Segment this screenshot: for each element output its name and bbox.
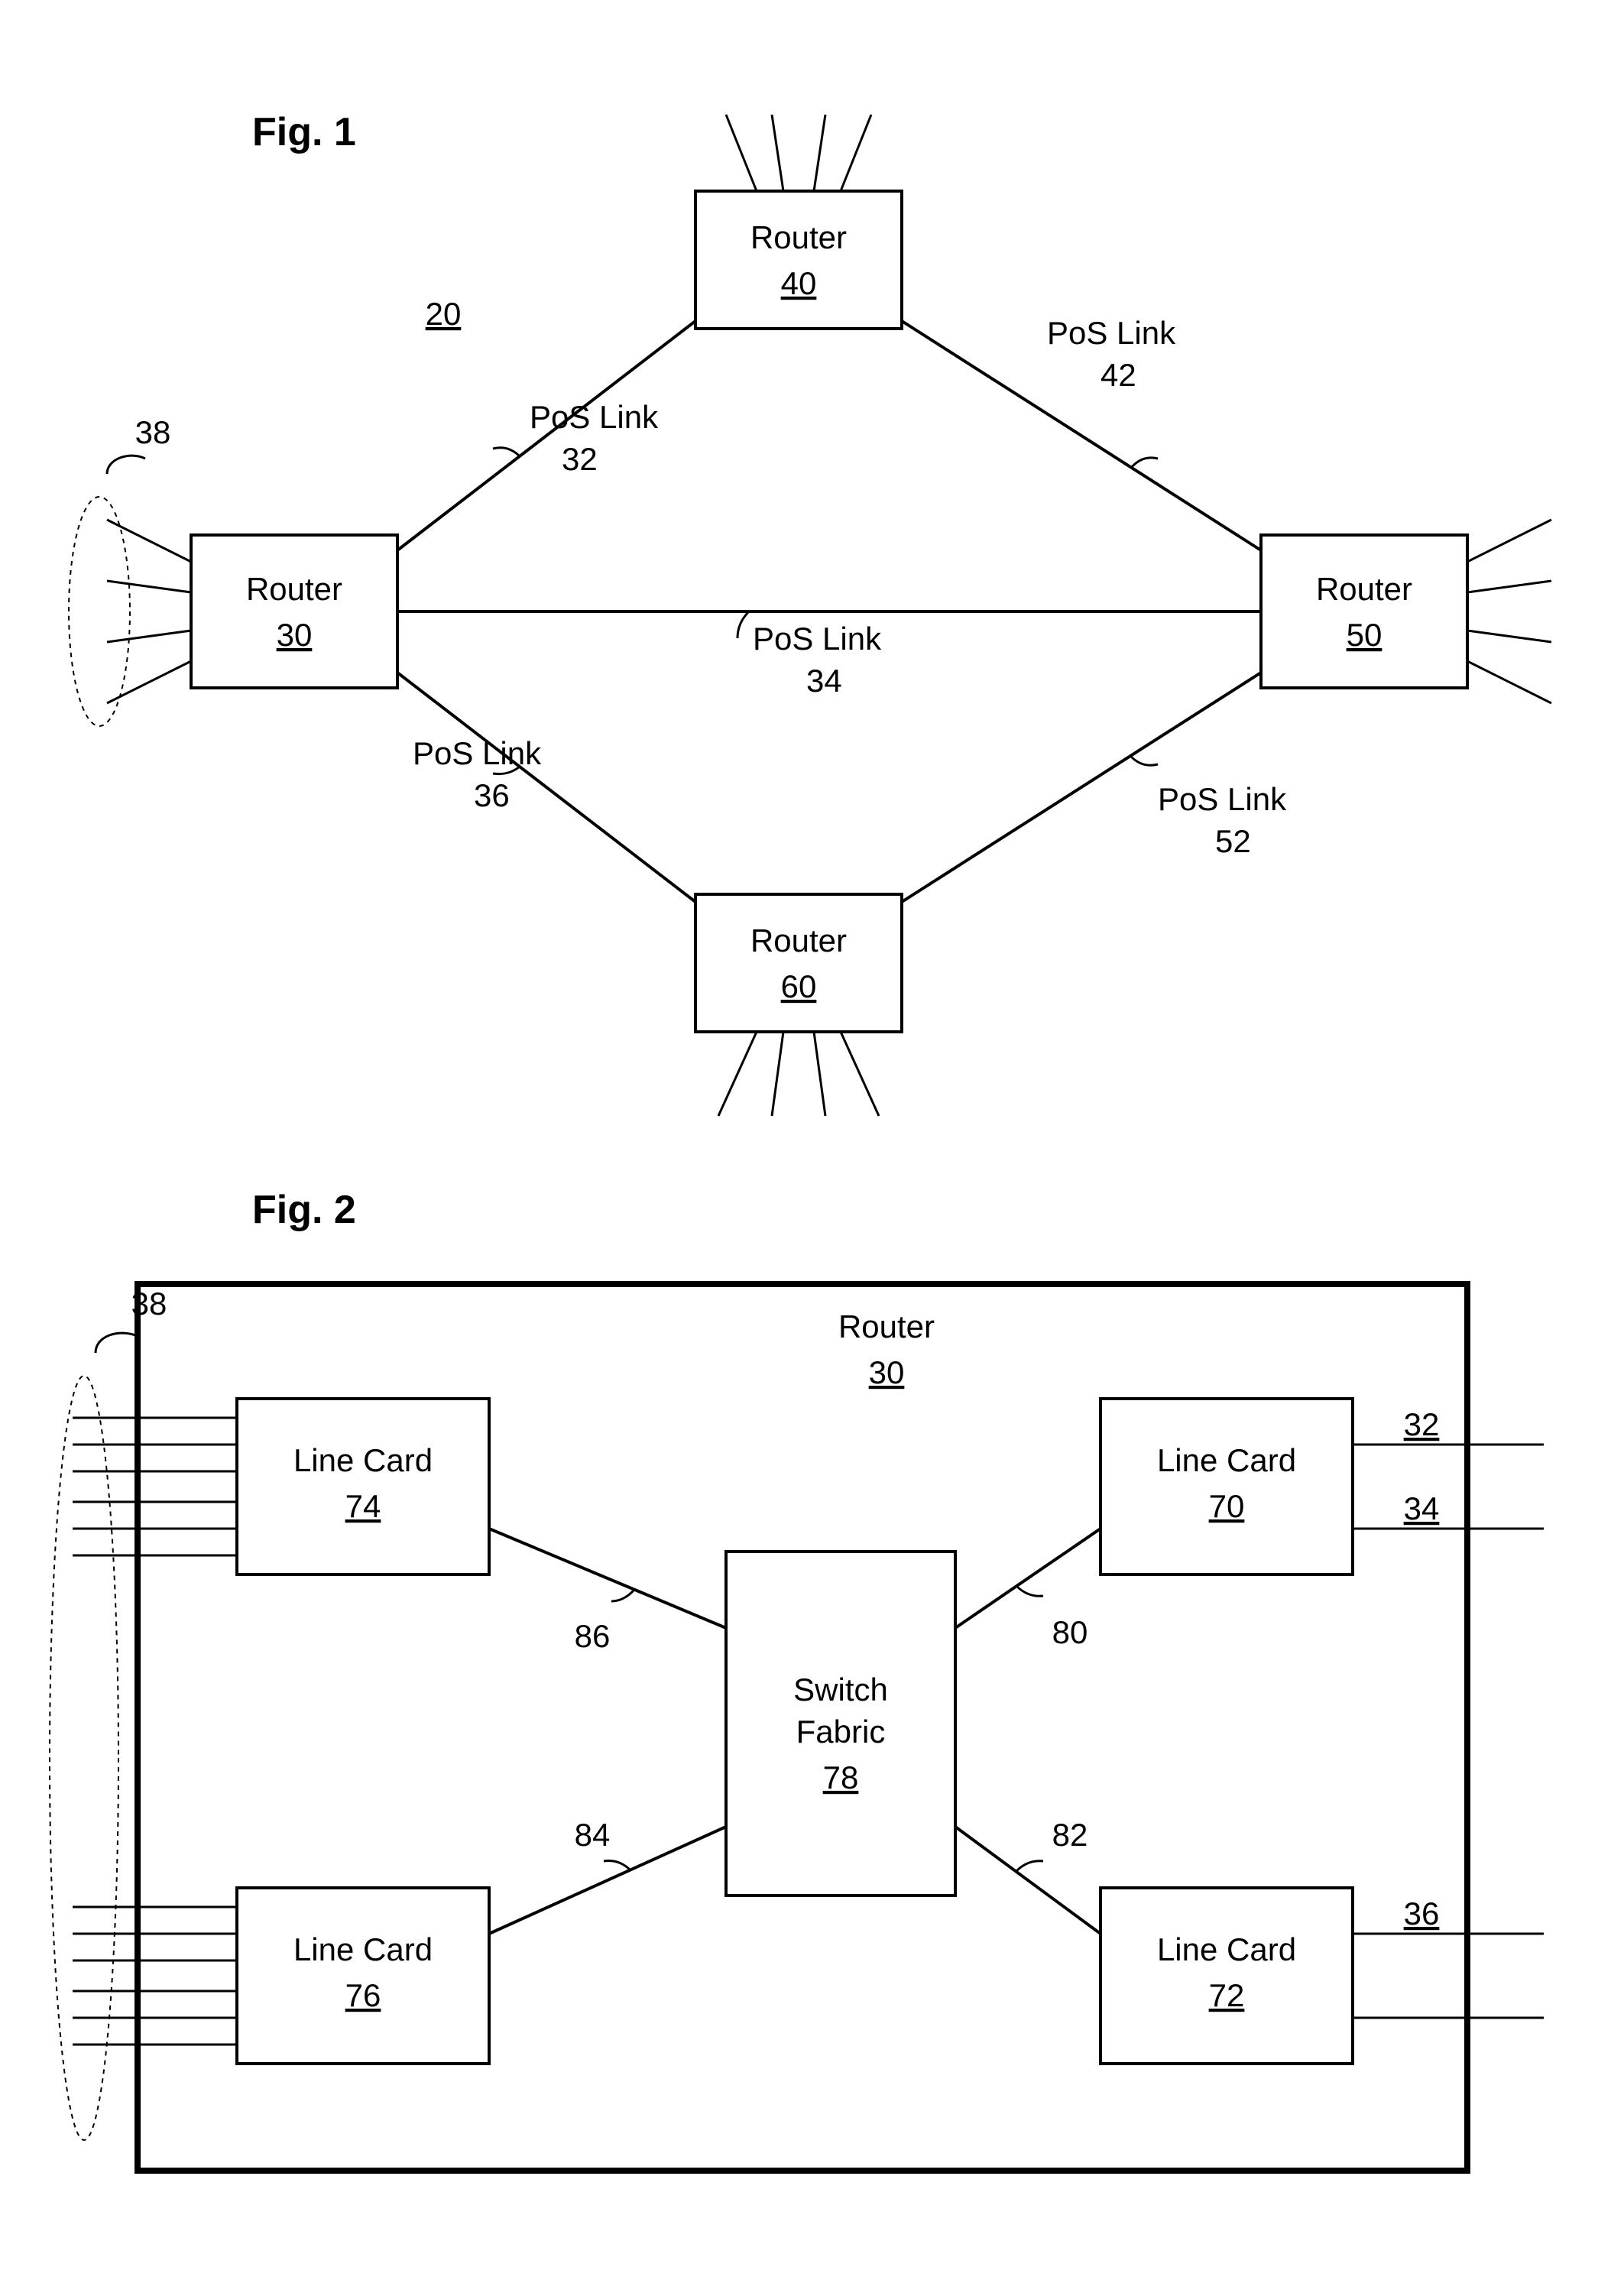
- linecard-70-label: Line Card: [1157, 1442, 1296, 1478]
- router-60-box: [695, 894, 902, 1032]
- link-52-hook: [1131, 757, 1158, 765]
- linecard-72-box: [1100, 1888, 1353, 2064]
- linecard-76-ref: 76: [345, 1977, 381, 2013]
- out-34-ref: 34: [1404, 1490, 1440, 1526]
- ellipse-38-ref-fig2: 38: [131, 1286, 167, 1321]
- linecard-74-label: Line Card: [293, 1442, 433, 1478]
- out-36-ref: 36: [1404, 1895, 1440, 1931]
- router-40-ref: 40: [781, 265, 817, 301]
- r50-ext-line: [1467, 581, 1551, 592]
- link-52-ref: 52: [1215, 823, 1251, 859]
- linecard-76-label: Line Card: [293, 1931, 433, 1967]
- link-36-ref: 36: [474, 777, 510, 813]
- out-32-ref: 32: [1404, 1406, 1440, 1442]
- r50-ext-line: [1467, 661, 1551, 703]
- r60-ext-line: [814, 1032, 825, 1116]
- router-60-label: Router: [750, 923, 847, 958]
- link-34-hook: [737, 611, 749, 638]
- linecard-74-ref: 74: [345, 1488, 381, 1524]
- router-50-label: Router: [1316, 571, 1412, 607]
- router-30-ref: 30: [277, 617, 313, 653]
- r30-ext-line: [107, 661, 191, 703]
- fig2-router-label: Router: [838, 1309, 935, 1344]
- ellipse-38-ref-fig1: 38: [135, 414, 171, 450]
- linecard-76-box: [237, 1888, 489, 2064]
- fig1-system-ref: 20: [426, 296, 462, 332]
- r50-ext-line: [1467, 520, 1551, 562]
- linecard-72-label: Line Card: [1157, 1931, 1296, 1967]
- ellipse-38-fig2: [50, 1376, 118, 2140]
- router-30-box: [191, 535, 397, 688]
- link-52-label: PoS Link: [1158, 781, 1287, 817]
- link-32-label: PoS Link: [530, 399, 659, 435]
- router-30-label: Router: [246, 571, 342, 607]
- router-50-ref: 50: [1347, 617, 1382, 653]
- fig2-router-ref: 30: [869, 1354, 905, 1390]
- conn-82-ref: 82: [1052, 1817, 1088, 1853]
- link-42-line: [902, 321, 1261, 550]
- router-50-box: [1261, 535, 1467, 688]
- r40-ext-line: [841, 115, 871, 191]
- r40-ext-line: [726, 115, 757, 191]
- fig2-title: Fig. 2: [252, 1188, 356, 1232]
- r30-ext-line: [107, 520, 191, 562]
- link-36-line: [397, 673, 695, 902]
- link-32-hook: [493, 448, 520, 456]
- linecard-74-box: [237, 1399, 489, 1574]
- diagram-canvas: Fig. 1 20 Router 40 Router 30 38 Router …: [0, 0, 1611, 2296]
- router-60-ref: 60: [781, 968, 817, 1004]
- link-42-label: PoS Link: [1047, 315, 1176, 351]
- conn-80-ref: 80: [1052, 1614, 1088, 1650]
- ellipse-38-leader-fig2: [96, 1333, 138, 1353]
- r60-ext-line: [718, 1032, 757, 1116]
- link-34-label: PoS Link: [753, 621, 882, 657]
- link-32-ref: 32: [562, 441, 598, 477]
- linecard-70-ref: 70: [1209, 1488, 1245, 1524]
- linecard-70-box: [1100, 1399, 1353, 1574]
- link-42-hook: [1131, 458, 1158, 468]
- r50-ext-line: [1467, 631, 1551, 642]
- switch-fabric-ref: 78: [823, 1759, 859, 1795]
- ellipse-38-leader: [107, 456, 145, 474]
- link-42-ref: 42: [1100, 357, 1136, 393]
- link-32-line: [397, 321, 695, 550]
- conn-86-ref: 86: [575, 1618, 611, 1654]
- switch-fabric-label1: Switch: [793, 1672, 888, 1707]
- fig1-title: Fig. 1: [252, 110, 356, 154]
- r30-ext-line: [107, 581, 191, 592]
- ellipse-38-fig1: [69, 497, 130, 726]
- switch-fabric-label2: Fabric: [796, 1714, 886, 1750]
- conn-84-ref: 84: [575, 1817, 611, 1853]
- link-34-ref: 34: [806, 663, 842, 699]
- r60-ext-line: [772, 1032, 783, 1116]
- r30-ext-line: [107, 631, 191, 642]
- link-36-label: PoS Link: [413, 735, 542, 771]
- r40-ext-line: [814, 115, 825, 191]
- router-40-box: [695, 191, 902, 329]
- r60-ext-line: [841, 1032, 879, 1116]
- router-40-label: Router: [750, 219, 847, 255]
- linecard-72-ref: 72: [1209, 1977, 1245, 2013]
- r40-ext-line: [772, 115, 783, 191]
